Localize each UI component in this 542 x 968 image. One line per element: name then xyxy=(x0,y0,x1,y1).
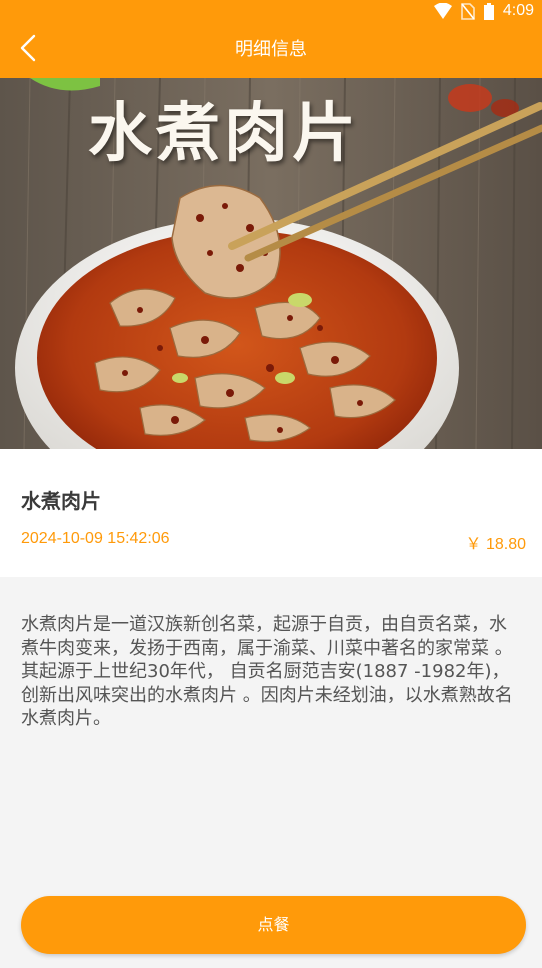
status-bar: 4:09 xyxy=(0,0,542,22)
dish-info-card: 水煮肉片 2024-10-09 15:42:06 ￥ 18.80 xyxy=(0,449,542,577)
page-title: 明细信息 xyxy=(235,39,307,60)
status-icons: 4:09 xyxy=(433,0,534,22)
dish-name: 水煮肉片 xyxy=(21,489,101,513)
dish-datetime: 2024-10-09 15:42:06 xyxy=(21,530,170,547)
dish-image: 水煮肉片 xyxy=(0,78,542,449)
no-sim-icon xyxy=(461,2,475,20)
order-button[interactable]: 点餐 xyxy=(21,896,526,954)
battery-icon xyxy=(483,2,494,20)
wifi-icon xyxy=(433,3,452,19)
dish-price: ￥ 18.80 xyxy=(465,536,527,553)
dish-description: 水煮肉片是一道汉族新创名菜，起源于自贡，由自贡名菜，水煮牛肉变来，发扬于西南，属… xyxy=(21,614,513,729)
status-time: 4:09 xyxy=(502,2,534,19)
app-bar: 明细信息 xyxy=(0,22,542,78)
image-overlay-title: 水煮肉片 xyxy=(88,97,360,171)
